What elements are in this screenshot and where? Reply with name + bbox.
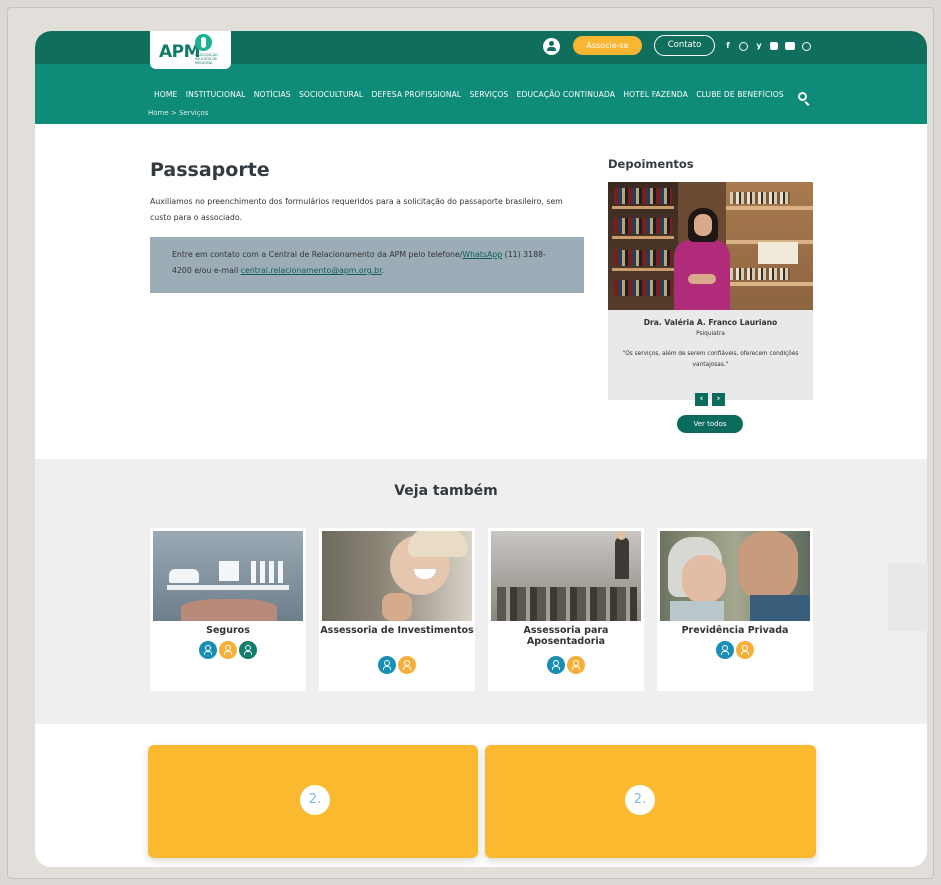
- nav-item-sociocultural[interactable]: SOCIOCULTURAL: [299, 90, 363, 99]
- prev-arrow-button[interactable]: ‹: [695, 393, 708, 406]
- card-badges: [657, 641, 813, 659]
- contact-box: Entre em contato com a Central de Relaci…: [150, 237, 584, 293]
- ver-todos-button[interactable]: Ver todos: [677, 415, 743, 433]
- page: APM ASSOCIAÇÃO PAULISTA DE MEDICINA Asso…: [35, 31, 927, 867]
- associe-se-button[interactable]: Associe-se: [573, 36, 642, 55]
- card-badges: [319, 656, 475, 674]
- user-icon[interactable]: [543, 38, 560, 55]
- service-card-seguros[interactable]: Seguros: [150, 528, 306, 691]
- instagram-icon[interactable]: [739, 41, 748, 51]
- nav-item-noticias[interactable]: NOTÍCIAS: [254, 90, 291, 99]
- testimonial-name: Dra. Valéria A. Franco Lauriano: [643, 318, 778, 327]
- nav-item-educacao-continuada[interactable]: EDUCAÇÃO CONTINUADA: [517, 90, 615, 99]
- whatsapp-link[interactable]: WhatsApp: [462, 250, 502, 259]
- person-icon: [378, 656, 396, 674]
- nav-item-home[interactable]: HOME: [154, 90, 177, 99]
- investimentos-image: [322, 531, 472, 621]
- intro-text: Auxiliamos no preenchimento dos formulár…: [150, 197, 563, 222]
- logo-subtitle: ASSOCIAÇÃO PAULISTA DE MEDICINA: [195, 53, 218, 65]
- nav-item-hotel-fazenda[interactable]: HOTEL FAZENDA: [623, 90, 688, 99]
- nav-item-clube-de-beneficios[interactable]: CLUBE DE BENEFÍCIOS: [696, 90, 784, 99]
- group-icon: [219, 641, 237, 659]
- twitter-icon[interactable]: y: [755, 42, 763, 50]
- group-icon: [736, 641, 754, 659]
- aposentadoria-image: [491, 531, 641, 621]
- main-nav: HOME INSTITUCIONAL NOTÍCIAS SOCIOCULTURA…: [154, 90, 792, 99]
- group-icon: [567, 656, 585, 674]
- person-icon: [547, 656, 565, 674]
- contact-text-end: .: [381, 266, 385, 275]
- service-card-assessoria-aposentadoria[interactable]: Assessoria para Aposentadoria: [488, 528, 644, 691]
- spotify-icon[interactable]: [802, 41, 811, 51]
- contact-text: Entre em contato com a Central de Relaci…: [172, 250, 463, 259]
- testimonial-role: Psiquiatra: [696, 331, 725, 337]
- email-link[interactable]: central.relacionamento@apm.org.br: [241, 266, 382, 275]
- promo-card-1[interactable]: 2.: [148, 745, 478, 858]
- card-title: Seguros: [206, 625, 250, 636]
- social-links: f y: [724, 39, 811, 53]
- service-card-previdencia-privada[interactable]: Previdência Privada: [657, 528, 813, 691]
- veja-tambem-title: Veja também: [394, 483, 498, 499]
- card-badges: [150, 641, 306, 659]
- page-title: Passaporte: [150, 159, 270, 181]
- card-title: Assessoria de Investimentos: [320, 625, 474, 636]
- card-title: Previdência Privada: [681, 625, 789, 636]
- group-icon: [398, 656, 416, 674]
- card-badges: [488, 656, 644, 674]
- depoimentos-title: Depoimentos: [608, 157, 694, 171]
- testimonial-card: Dra. Valéria A. Franco Lauriano Psiquiat…: [608, 182, 813, 400]
- youtube-icon[interactable]: [785, 42, 795, 50]
- card-title: Assessoria para Aposentadoria: [523, 625, 609, 647]
- logo[interactable]: APM ASSOCIAÇÃO PAULISTA DE MEDICINA: [150, 31, 231, 69]
- next-arrow-button[interactable]: ›: [712, 393, 725, 406]
- linkedin-icon[interactable]: [770, 42, 778, 50]
- step-number: 2.: [625, 785, 655, 815]
- logo-text: APM: [159, 42, 201, 62]
- briefcase-icon: [239, 641, 257, 659]
- nav-item-defesa-profissional[interactable]: DEFESA PROFISSIONAL: [372, 90, 462, 99]
- seguros-image: [153, 531, 303, 621]
- nav-item-servicos[interactable]: SERVIÇOS: [470, 90, 509, 99]
- search-icon[interactable]: [798, 92, 807, 101]
- side-floating-tab[interactable]: [888, 563, 928, 631]
- logo-mark-icon: [195, 34, 212, 51]
- facebook-icon[interactable]: f: [724, 42, 732, 50]
- previdencia-image: [660, 531, 810, 621]
- person-icon: [716, 641, 734, 659]
- person-icon: [199, 641, 217, 659]
- service-card-assessoria-investimentos[interactable]: Assessoria de Investimentos: [319, 528, 475, 691]
- nav-item-institucional[interactable]: INSTITUCIONAL: [186, 90, 246, 99]
- breadcrumb[interactable]: Home > Serviços: [148, 109, 208, 117]
- testimonial-quote: "Os serviços, além de serem confiáveis, …: [622, 351, 799, 368]
- promo-card-2[interactable]: 2.: [485, 745, 816, 858]
- step-number: 2.: [300, 785, 330, 815]
- testimonial-photo: [608, 182, 813, 310]
- contato-button[interactable]: Contato: [654, 35, 715, 56]
